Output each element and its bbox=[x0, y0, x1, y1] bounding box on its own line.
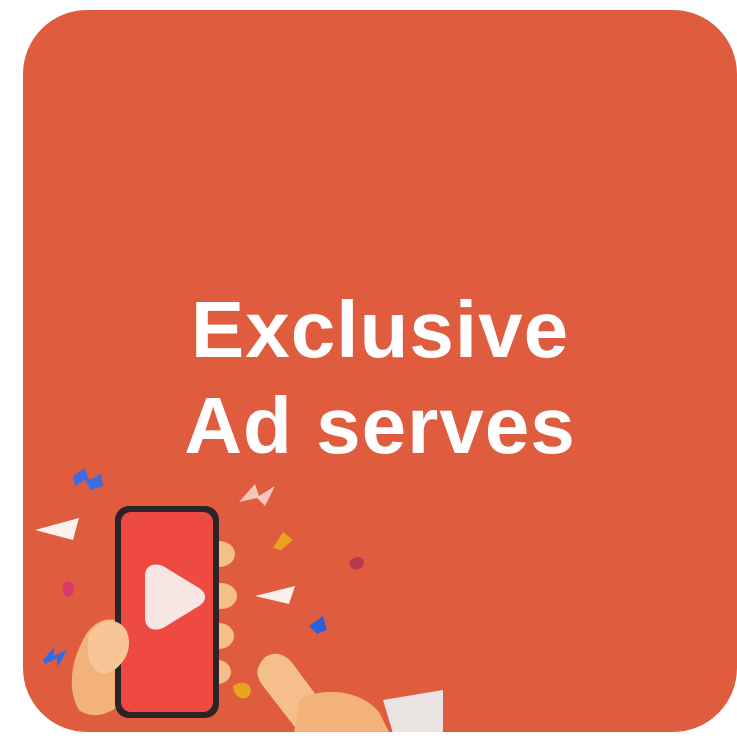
confetti-piece bbox=[35, 518, 79, 540]
sleeve bbox=[383, 690, 443, 732]
confetti-piece bbox=[43, 646, 67, 668]
pointing-hand bbox=[257, 653, 443, 732]
headline-line-1: Exclusive bbox=[190, 285, 570, 374]
phone-illustration bbox=[35, 468, 443, 732]
confetti-piece bbox=[239, 484, 275, 506]
confetti-piece bbox=[255, 586, 295, 604]
confetti-piece bbox=[62, 581, 75, 598]
confetti-piece bbox=[73, 468, 103, 490]
confetti-piece bbox=[273, 532, 293, 550]
promo-card: Exclusive Ad serves bbox=[23, 10, 737, 732]
confetti-piece bbox=[233, 682, 251, 699]
confetti-piece bbox=[349, 557, 364, 570]
phone bbox=[115, 506, 219, 718]
headline: Exclusive Ad serves bbox=[23, 282, 737, 474]
hand-back bbox=[294, 691, 389, 732]
confetti-piece bbox=[309, 616, 327, 634]
